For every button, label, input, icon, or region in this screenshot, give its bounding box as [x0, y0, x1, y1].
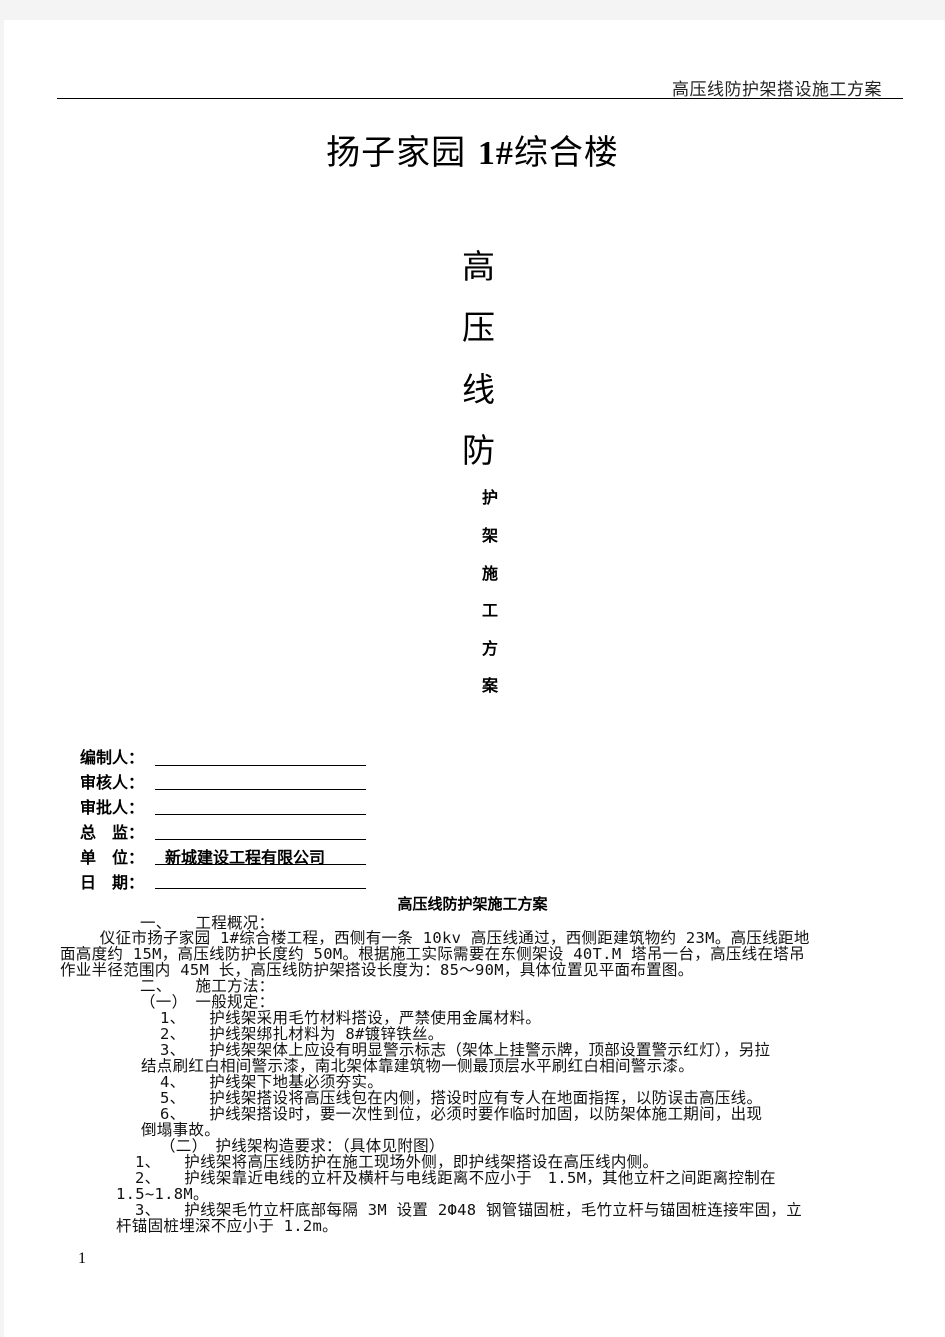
project-title: 扬子家园 1#综合楼: [0, 125, 945, 174]
list-item: 2、 护线架靠近电线的立杆及横杆与电线距离不应小于 1.5M，其他立杆之间距离控…: [135, 1169, 776, 1187]
signature-line-approver: [155, 814, 366, 815]
vertical-subtitle-char: 施: [482, 564, 499, 583]
signature-line-date: [155, 888, 366, 889]
signature-line-unit: [155, 864, 366, 865]
signature-line-editor: [155, 765, 366, 766]
vertical-title-char: 压: [462, 308, 495, 347]
signature-label-reviewer: 审核人：: [80, 773, 145, 792]
project-title-part1: 扬子家园: [326, 133, 478, 173]
running-header: 高压线防护架搭设施工方案: [672, 80, 882, 100]
signature-line-reviewer: [155, 789, 366, 790]
vertical-title-char: 防: [462, 431, 495, 470]
vertical-subtitle-char: 工: [482, 601, 499, 620]
vertical-title-char: 高: [462, 247, 495, 286]
signature-label-editor: 编制人：: [80, 748, 145, 767]
project-title-part2: 综合楼: [513, 133, 619, 173]
list-item: 6、 护线架搭设时，要一次性到位，必须时要作临时加固，以防架体施工期间，出现: [160, 1105, 763, 1123]
signature-line-supervisor: [155, 839, 366, 840]
signature-label-supervisor: 总 监：: [80, 823, 145, 842]
signature-label-approver: 审批人：: [80, 798, 145, 817]
page-number: 1: [78, 1250, 86, 1267]
signature-label-date: 日 期：: [80, 873, 145, 892]
vertical-subtitle-char: 案: [482, 676, 499, 695]
signature-label-unit: 单 位：: [80, 848, 145, 867]
header-rule: [57, 98, 903, 99]
vertical-subtitle-char: 方: [482, 639, 499, 658]
vertical-subtitle-char: 护: [482, 488, 499, 507]
vertical-title-char: 线: [462, 370, 495, 409]
project-title-number: 1#: [477, 135, 514, 172]
vertical-subtitle-char: 架: [482, 526, 499, 545]
list-item-continuation: 杆锚固桩埋深不应小于 1.2m。: [116, 1217, 338, 1235]
